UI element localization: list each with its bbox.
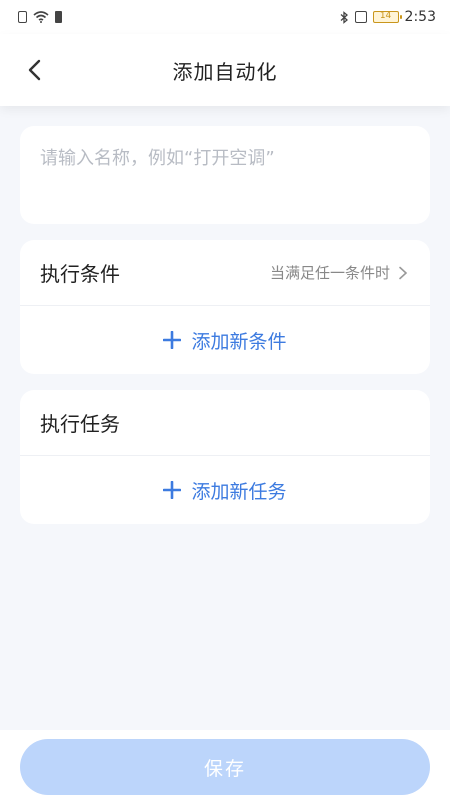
- battery-level: 14: [372, 11, 402, 23]
- chevron-left-icon: [28, 59, 41, 81]
- condition-mode-label: 当满足任一条件时: [269, 264, 390, 282]
- name-card: [20, 126, 430, 224]
- automation-name-input[interactable]: [40, 148, 410, 169]
- back-button[interactable]: [20, 56, 48, 84]
- conditions-card: 执行条件 当满足任一条件时 添加新条件: [20, 240, 430, 374]
- tasks-title: 执行任务: [40, 412, 120, 436]
- tasks-card: 执行任务 添加新任务: [20, 390, 430, 524]
- conditions-title: 执行条件: [40, 262, 120, 286]
- plus-icon: [163, 481, 182, 499]
- bluetooth-icon: [340, 10, 348, 24]
- condition-mode-selector[interactable]: 当满足任一条件时: [270, 262, 408, 283]
- add-condition-button[interactable]: 添加新条件: [20, 306, 430, 374]
- sim-icon: [18, 11, 27, 23]
- status-bar-right: 14 2:53: [340, 9, 436, 25]
- plus-icon: [163, 331, 182, 349]
- nav-bar: 添加自动化: [0, 34, 450, 106]
- save-button[interactable]: 保存: [20, 739, 430, 795]
- vibrate-icon: [354, 11, 367, 23]
- status-bar-left: [18, 11, 62, 23]
- add-condition-label: 添加新条件: [191, 330, 287, 353]
- battery-icon: [55, 11, 62, 23]
- status-time: 2:53: [404, 9, 436, 25]
- wifi-icon: [33, 11, 49, 23]
- conditions-header: 执行条件 当满足任一条件时: [20, 240, 430, 306]
- status-bar: 14 2:53: [0, 0, 450, 34]
- tasks-header: 执行任务: [20, 390, 430, 456]
- chevron-right-icon: [399, 266, 408, 279]
- page-title: 添加自动化: [172, 59, 278, 84]
- add-task-button[interactable]: 添加新任务: [20, 456, 430, 524]
- add-task-label: 添加新任务: [191, 480, 287, 503]
